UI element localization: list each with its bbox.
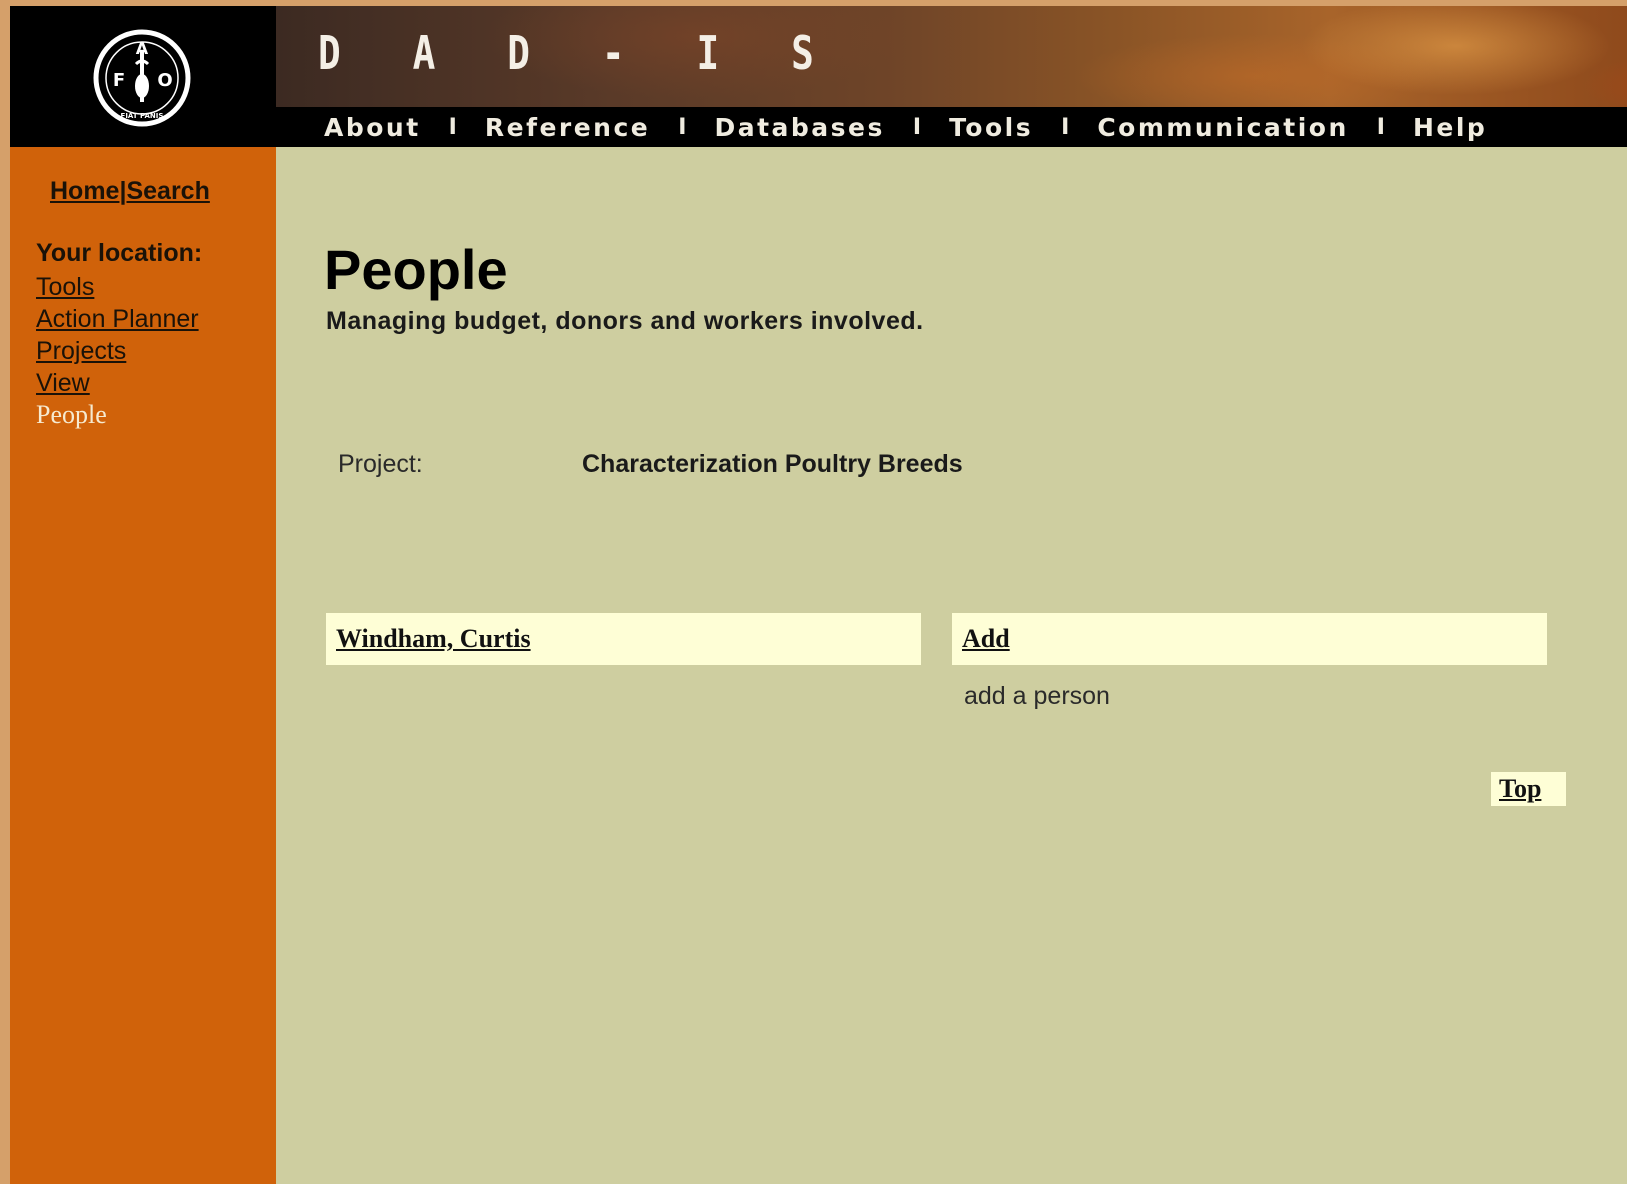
top-nav: About I Reference I Databases I Tools I … xyxy=(276,107,1627,147)
nav-separator: I xyxy=(678,114,687,140)
breadcrumb-view[interactable]: View xyxy=(36,367,199,399)
nav-databases[interactable]: Databases xyxy=(714,113,884,142)
logo-motto: FIAT PANIS xyxy=(121,112,164,120)
main-content: People Managing budget, donors and worke… xyxy=(276,147,1627,1184)
top-cell: Top xyxy=(1491,772,1566,806)
nav-help[interactable]: Help xyxy=(1413,113,1487,142)
add-cell: Add xyxy=(952,613,1547,665)
search-link[interactable]: Search xyxy=(126,177,209,205)
add-person-link[interactable]: Add xyxy=(962,624,1010,654)
nav-reference[interactable]: Reference xyxy=(485,113,650,142)
breadcrumb-action-planner[interactable]: Action Planner xyxy=(36,303,199,335)
sidebar: Home|Search Your location: Tools Action … xyxy=(10,147,276,1184)
nav-about[interactable]: About xyxy=(324,113,421,142)
site-title: D A D - I S xyxy=(318,26,839,80)
nav-separator: I xyxy=(448,114,457,140)
location-label: Your location: xyxy=(36,239,203,267)
nav-communication[interactable]: Communication xyxy=(1097,113,1348,142)
nav-separator: I xyxy=(1376,114,1385,140)
logo-letter-a: A xyxy=(136,39,149,58)
breadcrumb-current: People xyxy=(36,400,107,429)
breadcrumb-projects[interactable]: Projects xyxy=(36,335,199,367)
nav-tools[interactable]: Tools xyxy=(949,113,1033,142)
breadcrumb: Tools Action Planner Projects View Peopl… xyxy=(36,271,199,431)
fao-logo[interactable]: F A O FIAT PANIS xyxy=(92,28,192,128)
page-title: People xyxy=(324,238,508,301)
header-banner: D A D - I S xyxy=(276,6,1627,107)
nav-separator: I xyxy=(1061,114,1070,140)
page-subtitle: Managing budget, donors and workers invo… xyxy=(326,307,924,335)
home-search-links: Home|Search xyxy=(50,177,210,206)
breadcrumb-tools[interactable]: Tools xyxy=(36,271,199,303)
project-label: Project: xyxy=(338,450,423,478)
nav-separator: I xyxy=(912,114,922,140)
home-link[interactable]: Home xyxy=(50,177,119,205)
logo-letter-o: O xyxy=(157,70,172,91)
page-frame: F A O FIAT PANIS D A D - I S About I Ref… xyxy=(10,6,1627,1184)
person-link[interactable]: Windham, Curtis xyxy=(336,624,531,654)
logo-letter-f: F xyxy=(113,70,125,91)
add-description: add a person xyxy=(964,682,1110,710)
project-value: Characterization Poultry Breeds xyxy=(582,450,963,478)
person-cell: Windham, Curtis xyxy=(326,613,921,665)
top-link[interactable]: Top xyxy=(1499,774,1541,804)
logo-area: F A O FIAT PANIS xyxy=(10,6,276,147)
